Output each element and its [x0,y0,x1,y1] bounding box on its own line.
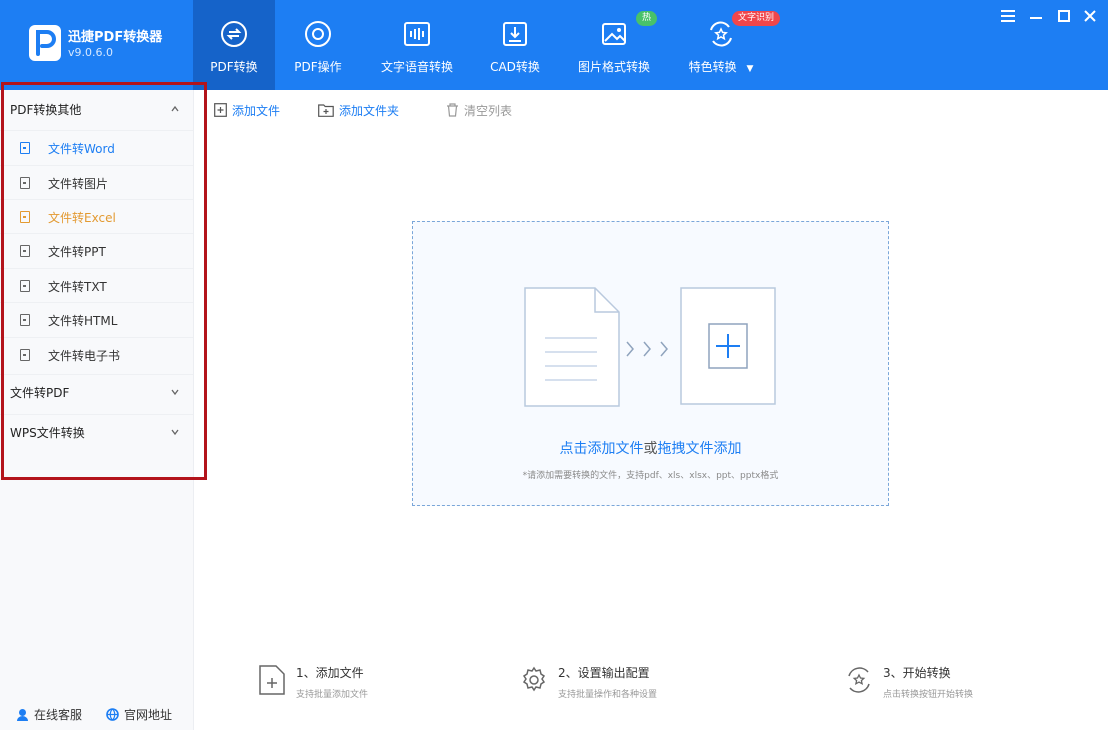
add-file-icon [214,103,227,117]
menu-icon[interactable] [996,4,1020,28]
clear-list-button[interactable]: 清空列表 [446,100,512,120]
pdf-convert-icon [217,17,251,51]
text-recognition-badge: 文字识别 [732,11,781,26]
app-version: v9.0.6.0 [68,46,113,59]
add-file-step-icon [259,665,285,695]
add-file-button[interactable]: 添加文件 [214,100,280,120]
step-desc: 点击转换按钮开始转换 [883,690,974,700]
document-convert-illustration [524,287,776,407]
add-folder-button[interactable]: 添加文件夹 [318,100,399,120]
click-add-file-text: 点击添加文件 [559,441,644,457]
cad-convert-icon [498,17,532,51]
step-title: 2、设置输出配置 [558,666,650,680]
globe-icon [106,708,119,721]
gear-icon [522,666,546,692]
pdf-operate-icon [301,17,335,51]
minimize-icon[interactable] [1024,4,1048,28]
tab-label: PDF转换 [210,60,258,74]
tab-cad-convert[interactable]: CAD转换 [478,0,552,90]
tab-label: 图片格式转换 [577,60,650,74]
drag-add-file-text: 拖拽文件添加 [657,441,742,457]
tab-text-voice[interactable]: 文字语音转换 [370,0,464,90]
trash-icon [447,103,458,117]
chevron-down-icon: ▼ [746,64,754,74]
tab-pdf-convert[interactable]: PDF转换 [193,0,275,90]
or-text: 或 [643,441,658,457]
tab-label: PDF操作 [294,60,342,74]
highlight-box [1,82,207,480]
drop-zone-prompt: 点击添加文件或拖拽文件添加 [413,438,888,458]
step-desc: 支持批量操作和各种设置 [558,690,658,700]
supported-formats-hint: *请添加需要转换的文件，支持pdf、xls、xlsx、ppt、pptx格式 [522,471,779,481]
tab-label: 文字语音转换 [380,60,453,74]
convert-star-icon [848,667,870,693]
app-name: 迅捷PDF转换器 [68,30,163,45]
clear-list-label: 清空列表 [464,103,513,118]
step-start-convert: 3、开始转换 点击转换按钮开始转换 [845,664,973,700]
maximize-icon[interactable] [1052,4,1076,28]
step-desc: 支持批量添加文件 [296,690,369,700]
app-logo-icon [29,25,61,61]
tab-pdf-operate[interactable]: PDF操作 [280,0,356,90]
step-title: 1、添加文件 [296,666,364,680]
tab-label: 特色转换 ▼ [689,58,754,75]
add-file-label: 添加文件 [232,103,281,118]
step-add-file: 1、添加文件 支持批量添加文件 [258,664,368,700]
online-service-label: 在线客服 [34,708,83,722]
add-folder-icon [318,104,334,117]
step-title: 3、开始转换 [883,666,951,680]
top-bar: 迅捷PDF转换器 v9.0.6.0 PDF转换 PDF操作 文字语音转换 CAD… [0,0,1108,90]
file-drop-zone[interactable]: 点击添加文件或拖拽文件添加 *请添加需要转换的文件，支持pdf、xls、xlsx… [412,221,889,506]
hot-badge: 热 [636,11,658,26]
online-service-link[interactable]: 在线客服 [16,706,82,723]
close-icon[interactable] [1078,4,1102,28]
official-site-label: 官网地址 [124,708,173,722]
step-output-config: 2、设置输出配置 支持批量操作和各种设置 [520,664,657,700]
add-folder-label: 添加文件夹 [339,103,400,118]
customer-service-icon [17,709,28,721]
image-convert-icon [597,17,631,51]
text-voice-icon [400,17,434,51]
official-site-link[interactable]: 官网地址 [106,706,172,723]
tab-label: CAD转换 [490,60,540,74]
tab-label-text: 特色转换 [688,60,737,74]
